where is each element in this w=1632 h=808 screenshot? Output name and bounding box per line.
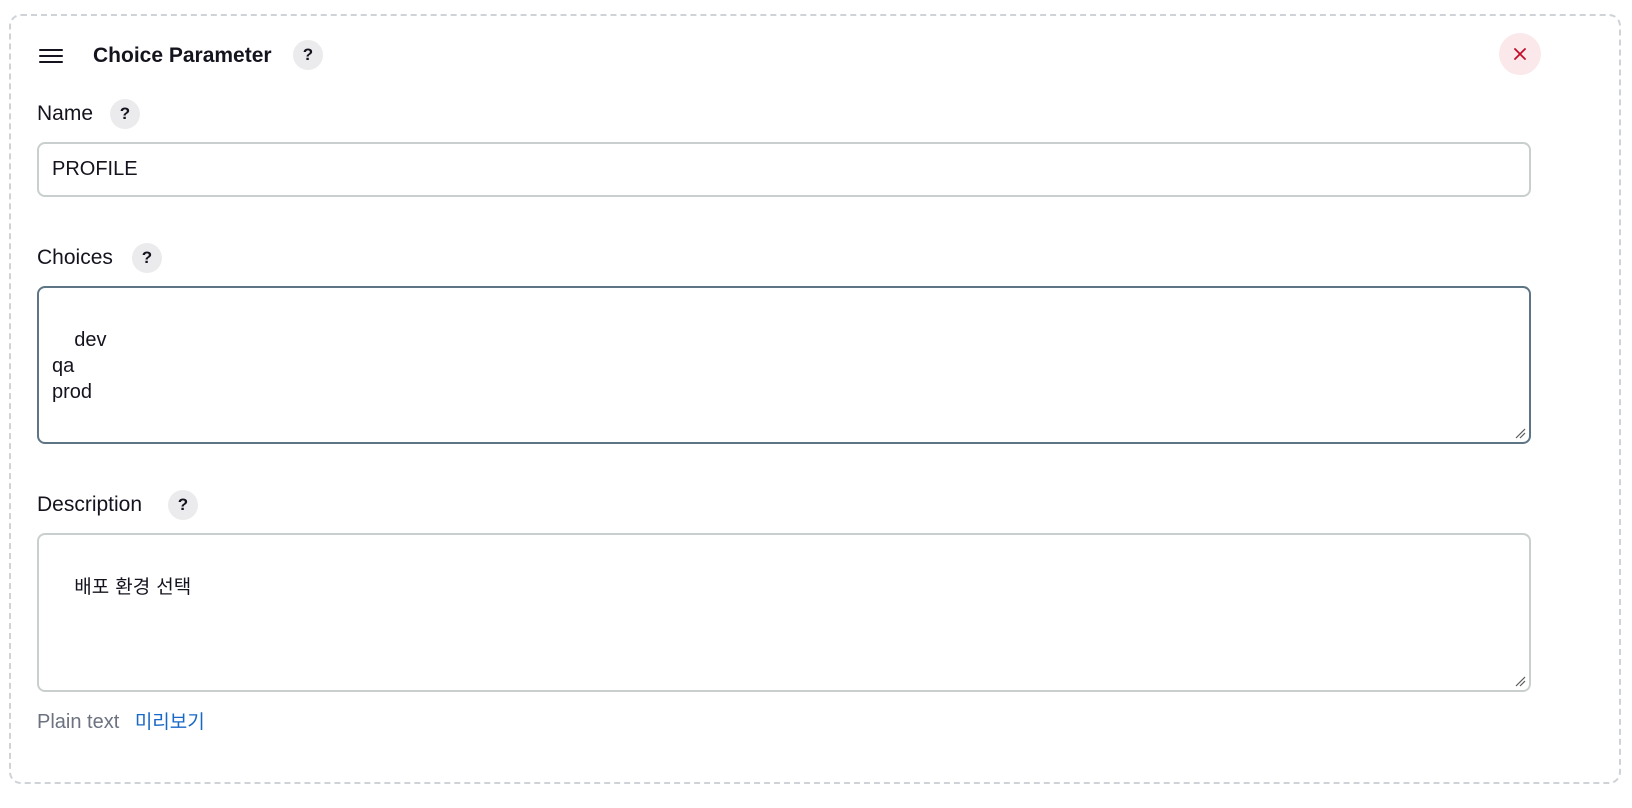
name-help-icon[interactable]: ? (110, 99, 140, 129)
description-help-icon[interactable]: ? (168, 490, 198, 520)
choices-help-icon[interactable]: ? (132, 243, 162, 273)
name-input[interactable] (37, 142, 1531, 197)
drag-handle-icon[interactable] (39, 47, 63, 65)
description-text: 배포 환경 선택 (74, 576, 192, 598)
name-label: Name (37, 102, 94, 125)
close-button[interactable] (1499, 33, 1541, 75)
title-help-icon[interactable]: ? (293, 40, 323, 70)
resize-grip-icon[interactable] (1514, 675, 1526, 687)
choices-label: Choices (37, 246, 113, 269)
preview-link[interactable]: 미리보기 (135, 711, 205, 733)
choices-text: dev qa prod (52, 329, 107, 403)
panel-header: Choice Parameter ? (11, 16, 1619, 94)
resize-grip-icon[interactable] (1514, 427, 1526, 439)
choices-textarea[interactable]: dev qa prod (37, 286, 1531, 444)
format-label: Plain text (37, 711, 120, 733)
description-format-footer: Plain text 미리보기 (37, 708, 205, 736)
description-label: Description (37, 493, 143, 516)
panel-title: Choice Parameter (93, 44, 272, 67)
description-textarea[interactable]: 배포 환경 선택 (37, 533, 1531, 692)
close-icon (1514, 48, 1526, 60)
choice-parameter-panel: Choice Parameter ? Name ? Choices ? dev … (9, 14, 1621, 784)
